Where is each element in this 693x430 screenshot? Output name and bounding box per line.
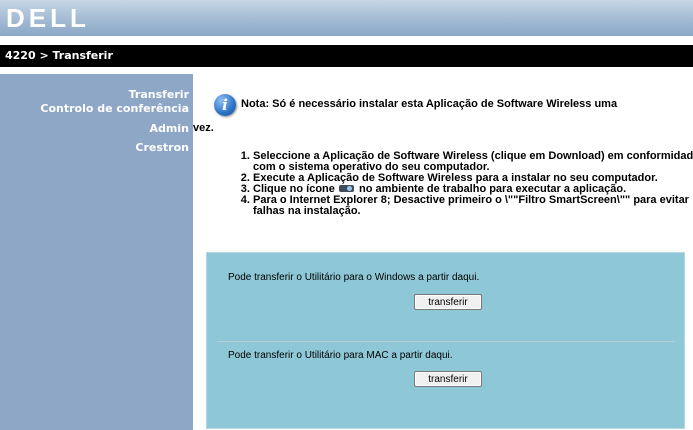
header-banner: DELL [0,0,693,36]
projector-icon [338,184,356,193]
breadcrumb-bar: 4220 > Transferir [0,45,693,67]
dell-logo: DELL [6,3,90,33]
instruction-step-1: Seleccione a Aplicação de Software Wirel… [253,151,693,173]
instruction-list: Seleccione a Aplicação de Software Wirel… [228,151,693,217]
main-content: i Nota: Só é necessário instalar esta Ap… [193,74,693,430]
windows-download-text: Pode transferir o Utilitário para o Wind… [228,272,480,283]
sidebar-item-crestron[interactable]: Crestron [135,141,189,154]
note-text-continued: vez. [193,122,214,134]
note-text: Nota: Só é necessário instalar esta Apli… [241,98,618,110]
windows-download-button[interactable]: transferir [414,294,482,310]
sidebar: Transferir Controlo de conferência Admin… [0,74,193,430]
breadcrumb: 4220 > Transferir [5,49,113,62]
sidebar-item-transferir[interactable]: Transferir [129,88,189,101]
mac-download-text: Pode transferir o Utilitário para MAC a … [228,350,453,361]
download-panel: Pode transferir o Utilitário para o Wind… [206,252,685,429]
sidebar-item-admin[interactable]: Admin [150,122,189,135]
sidebar-item-controlo-de-conferencia[interactable]: Controlo de conferência [40,102,189,115]
instruction-step-4: Para o Internet Explorer 8; Desactive pr… [253,195,693,217]
mac-download-button[interactable]: transferir [414,371,482,387]
divider [217,341,675,342]
